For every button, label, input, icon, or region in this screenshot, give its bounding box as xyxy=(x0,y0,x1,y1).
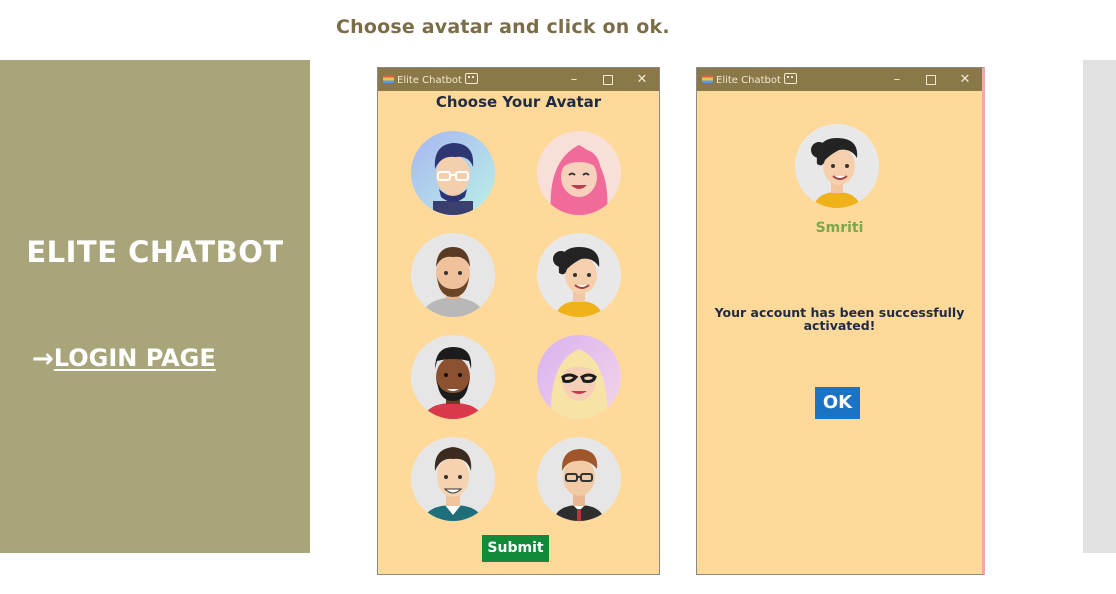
avatar-option-5[interactable] xyxy=(411,335,495,419)
instruction-text: Choose avatar and click on ok. xyxy=(336,16,670,38)
window-titlebar: Elite Chatbot – ✕ xyxy=(697,68,982,91)
window-titlebar: Elite Chatbot – ✕ xyxy=(378,68,659,91)
avatar-3-icon xyxy=(411,233,495,317)
robot-icon xyxy=(783,73,797,84)
window-title: Elite Chatbot xyxy=(397,75,462,86)
avatar-5-icon xyxy=(411,335,495,419)
avatar-7-icon xyxy=(411,437,495,521)
minimize-button[interactable]: – xyxy=(880,68,914,91)
avatar-option-4[interactable] xyxy=(537,233,621,317)
app-icon xyxy=(383,75,394,83)
confirmation-window: Elite Chatbot – ✕ Smriti Your account ha… xyxy=(696,67,985,575)
close-button[interactable]: ✕ xyxy=(948,68,982,91)
submit-button[interactable]: Submit xyxy=(482,535,549,562)
activation-message-line-2: activated! xyxy=(803,318,876,333)
app-icon xyxy=(702,75,713,83)
minimize-button[interactable]: – xyxy=(557,68,591,91)
avatar-option-8[interactable] xyxy=(537,437,621,521)
avatar-option-2[interactable] xyxy=(537,131,621,215)
window-title: Elite Chatbot xyxy=(716,75,781,86)
avatar-8-icon xyxy=(537,437,621,521)
maximize-icon xyxy=(603,74,613,85)
maximize-button[interactable] xyxy=(914,68,948,91)
avatar-option-6[interactable] xyxy=(537,335,621,419)
brand-title: ELITE CHATBOT xyxy=(26,235,284,269)
ok-button[interactable]: OK xyxy=(815,387,860,419)
avatar-6-icon xyxy=(537,335,621,419)
login-page-link[interactable]: →LOGIN PAGE xyxy=(32,344,216,374)
username-label: Smriti xyxy=(815,220,864,236)
maximize-button[interactable] xyxy=(591,68,625,91)
avatar-2-icon xyxy=(537,131,621,215)
selected-avatar-icon xyxy=(795,124,879,208)
maximize-icon xyxy=(926,74,936,85)
login-page-label: LOGIN PAGE xyxy=(53,344,216,372)
avatar-option-7[interactable] xyxy=(411,437,495,521)
avatar-option-3[interactable] xyxy=(411,233,495,317)
avatar-window: Elite Chatbot – ✕ Choose Your Avatar Sub… xyxy=(377,67,660,575)
avatar-1-icon xyxy=(411,131,495,215)
side-panel: ELITE CHATBOT →LOGIN PAGE xyxy=(0,60,310,553)
activation-message: Your account has been successfully activ… xyxy=(707,306,972,332)
robot-icon xyxy=(464,73,478,84)
avatar-4-icon xyxy=(537,233,621,317)
selected-avatar xyxy=(795,124,879,208)
right-panel xyxy=(1083,60,1116,553)
arrow-right-icon: → xyxy=(32,344,54,374)
close-button[interactable]: ✕ xyxy=(625,68,659,91)
avatar-heading: Choose Your Avatar xyxy=(435,93,602,111)
avatar-option-1[interactable] xyxy=(411,131,495,215)
